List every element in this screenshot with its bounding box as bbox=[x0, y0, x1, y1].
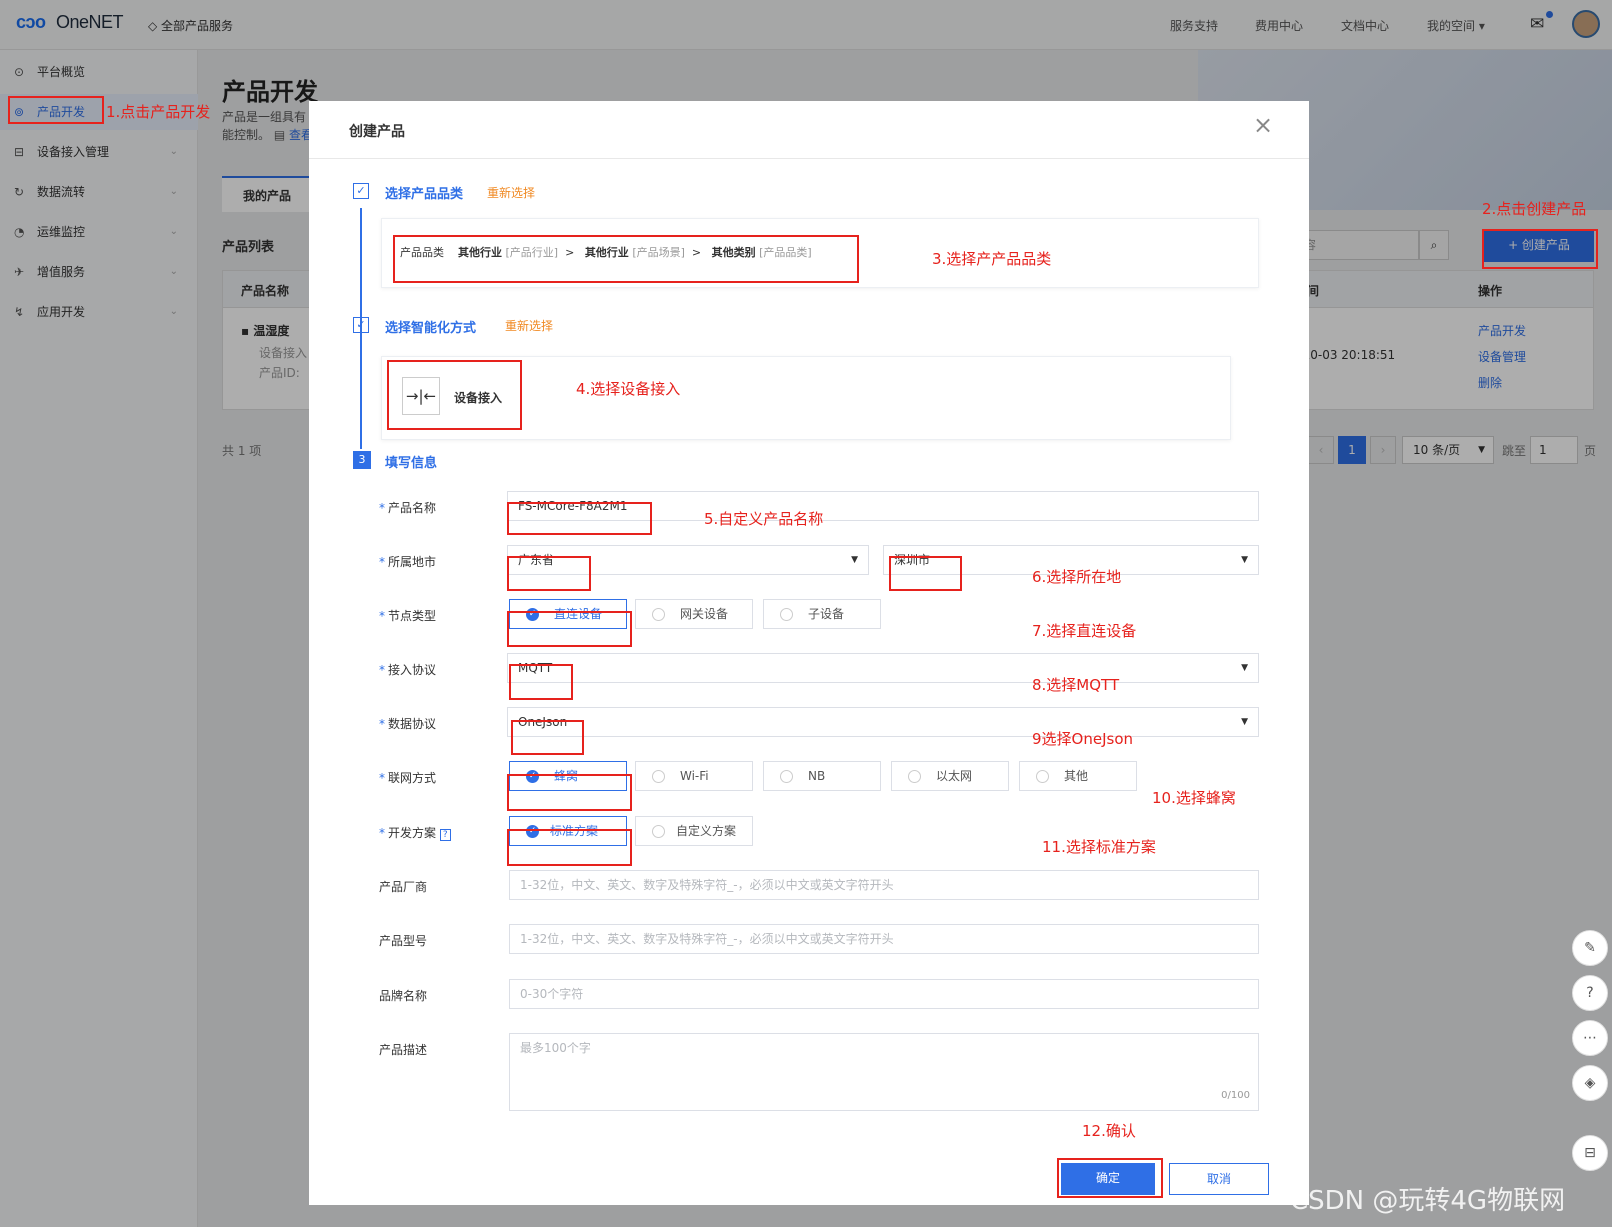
net-wifi-radio[interactable]: Wi-Fi bbox=[635, 761, 753, 791]
step1-check-icon: ✓ bbox=[353, 183, 369, 199]
step1-title: 选择产品品类 bbox=[385, 187, 464, 202]
data-protocol-select[interactable]: OneJson ▼ bbox=[507, 707, 1259, 737]
description-textarea[interactable]: 最多100个字 0/100 bbox=[509, 1033, 1259, 1111]
char-count: 0/100 bbox=[1221, 1090, 1250, 1101]
desc-label: 产品描述 bbox=[379, 1043, 428, 1057]
caret-down-icon: ▼ bbox=[1241, 717, 1248, 727]
feedback-icon[interactable]: ✎ bbox=[1572, 930, 1608, 966]
annotation-box-9 bbox=[511, 720, 584, 755]
brand-label: 品牌名称 bbox=[379, 989, 428, 1003]
step3-title: 填写信息 bbox=[385, 456, 438, 471]
model-input[interactable]: 1-32位，中文、英文、数字及特殊字符_-，必须以中文或英文字符开头 bbox=[509, 924, 1259, 954]
step2-reset-link[interactable]: 重新选择 bbox=[505, 317, 553, 334]
city-label: * 所属地市 bbox=[379, 555, 437, 569]
annotation-box-4 bbox=[387, 360, 522, 430]
annotation-box-2 bbox=[1482, 229, 1598, 269]
access-protocol-select[interactable]: MQTT ▼ bbox=[507, 653, 1259, 683]
dev-plan-label: * 开发方案 ? bbox=[379, 824, 451, 841]
data-protocol-label: * 数据协议 bbox=[379, 717, 437, 731]
step2-check-icon: ✓ bbox=[353, 317, 369, 333]
annotation-1: 1.点击产品开发 bbox=[106, 103, 211, 121]
dialog-header: 创建产品 × bbox=[309, 101, 1309, 159]
annotation-8: 8.选择MQTT bbox=[1032, 676, 1120, 694]
service-icon[interactable]: ◈ bbox=[1572, 1065, 1608, 1101]
step2-title: 选择智能化方式 bbox=[385, 321, 477, 336]
annotation-2: 2.点击创建产品 bbox=[1482, 200, 1587, 218]
annotation-4: 4.选择设备接入 bbox=[576, 380, 681, 398]
annotation-box-5 bbox=[507, 502, 652, 535]
close-icon[interactable]: × bbox=[1253, 111, 1273, 139]
annotation-box-6a bbox=[507, 556, 591, 591]
dialog-title: 创建产品 bbox=[349, 124, 405, 140]
annotation-5: 5.自定义产品名称 bbox=[704, 510, 824, 528]
caret-down-icon: ▼ bbox=[851, 555, 858, 565]
annotation-box-12 bbox=[1057, 1158, 1163, 1198]
node-gateway-radio[interactable]: 网关设备 bbox=[635, 599, 753, 629]
model-label: 产品型号 bbox=[379, 934, 428, 948]
step-line bbox=[360, 344, 362, 449]
net-nb-radio[interactable]: NB bbox=[763, 761, 881, 791]
annotation-3: 3.选择产产品品类 bbox=[932, 250, 1052, 268]
annotation-7: 7.选择直连设备 bbox=[1032, 622, 1137, 640]
annotation-9: 9选择OneJson bbox=[1032, 730, 1134, 748]
annotation-11: 11.选择标准方案 bbox=[1042, 838, 1156, 856]
help-icon[interactable]: ? bbox=[439, 829, 451, 841]
collapse-icon[interactable]: ⊟ bbox=[1572, 1135, 1608, 1171]
caret-down-icon: ▼ bbox=[1241, 663, 1248, 673]
annotation-box-10 bbox=[507, 774, 632, 811]
node-label: * 节点类型 bbox=[379, 609, 437, 623]
annotation-6: 6.选择所在地 bbox=[1032, 568, 1122, 586]
net-ethernet-radio[interactable]: 以太网 bbox=[891, 761, 1009, 791]
annotation-box-11 bbox=[507, 829, 632, 866]
protocol-label: * 接入协议 bbox=[379, 663, 437, 677]
vendor-input[interactable]: 1-32位，中文、英文、数字及特殊字符_-，必须以中文或英文字符开头 bbox=[509, 870, 1259, 900]
watermark: CSDN @玩转4G物联网 bbox=[1290, 1186, 1566, 1216]
help-circle-icon[interactable]: ? bbox=[1572, 975, 1608, 1011]
brand-input[interactable]: 0-30个字符 bbox=[509, 979, 1259, 1009]
net-other-radio[interactable]: 其他 bbox=[1019, 761, 1137, 791]
step3-number: 3 bbox=[353, 451, 371, 469]
step1-reset-link[interactable]: 重新选择 bbox=[487, 184, 535, 201]
annotation-box-1 bbox=[8, 96, 104, 124]
name-label: * 产品名称 bbox=[379, 501, 437, 515]
annotation-10: 10.选择蜂窝 bbox=[1152, 789, 1236, 807]
network-label: * 联网方式 bbox=[379, 771, 437, 785]
chat-icon[interactable]: ⋯ bbox=[1572, 1020, 1608, 1056]
dev-custom-radio[interactable]: 自定义方案 bbox=[635, 816, 753, 846]
annotation-box-3 bbox=[393, 235, 859, 283]
annotation-box-8 bbox=[509, 664, 573, 700]
cancel-button[interactable]: 取消 bbox=[1169, 1163, 1269, 1195]
vendor-label: 产品厂商 bbox=[379, 880, 428, 894]
annotation-box-7 bbox=[507, 611, 632, 647]
annotation-12: 12.确认 bbox=[1082, 1122, 1136, 1140]
annotation-box-6b bbox=[889, 556, 962, 591]
caret-down-icon: ▼ bbox=[1241, 555, 1248, 565]
node-sub-radio[interactable]: 子设备 bbox=[763, 599, 881, 629]
